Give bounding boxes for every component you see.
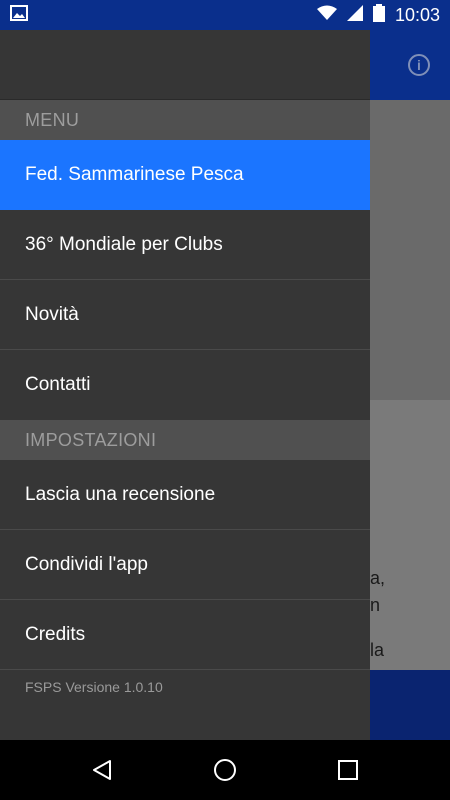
section-header-menu: MENU: [0, 100, 370, 140]
back-icon[interactable]: [72, 740, 132, 800]
menu-item-condividi-app[interactable]: Condividi l'app: [0, 530, 370, 600]
card-text-fragment: n: [370, 595, 381, 615]
home-icon[interactable]: [195, 740, 255, 800]
navigation-bar: [0, 740, 450, 800]
status-time: 10:03: [394, 4, 440, 25]
menu-item-label: Lascia una recensione: [25, 483, 216, 505]
menu-item-label: 36° Mondiale per Clubs: [25, 233, 223, 255]
drawer-header: [0, 30, 370, 100]
menu-item-label: Contatti: [25, 374, 91, 395]
version-label: FSPS Versione 1.0.10: [25, 679, 163, 695]
info-icon[interactable]: i: [408, 54, 430, 76]
card-text-fragment: a,: [370, 568, 386, 588]
menu-item-credits[interactable]: Credits: [0, 600, 370, 670]
menu-item-fed-sammarinese-pesca[interactable]: Fed. Sammarinese Pesca: [0, 140, 370, 210]
navigation-drawer: MENU Fed. Sammarinese Pesca 36° Mondiale…: [0, 30, 370, 740]
menu-item-label: Novità: [25, 303, 79, 325]
wifi-icon: [316, 5, 337, 26]
menu-item-label: Credits: [25, 623, 86, 645]
status-bar: 10:03: [0, 0, 450, 30]
recents-icon[interactable]: [318, 740, 378, 800]
menu-item-contatti[interactable]: Contatti: [0, 350, 370, 420]
battery-icon: [372, 3, 385, 27]
image-notification-icon: [10, 4, 28, 26]
card-text-fragment: la: [370, 640, 385, 660]
menu-item-label: Condividi l'app: [25, 553, 148, 575]
menu-item-mondiale-per-clubs[interactable]: 36° Mondiale per Clubs: [0, 210, 370, 280]
menu-item-novita[interactable]: Novità: [0, 280, 370, 350]
menu-item-lascia-recensione[interactable]: Lascia una recensione: [0, 460, 370, 530]
section-header-impostazioni: IMPOSTAZIONI: [0, 420, 370, 460]
menu-item-label: Fed. Sammarinese Pesca: [25, 164, 244, 185]
signal-icon: [346, 4, 363, 26]
